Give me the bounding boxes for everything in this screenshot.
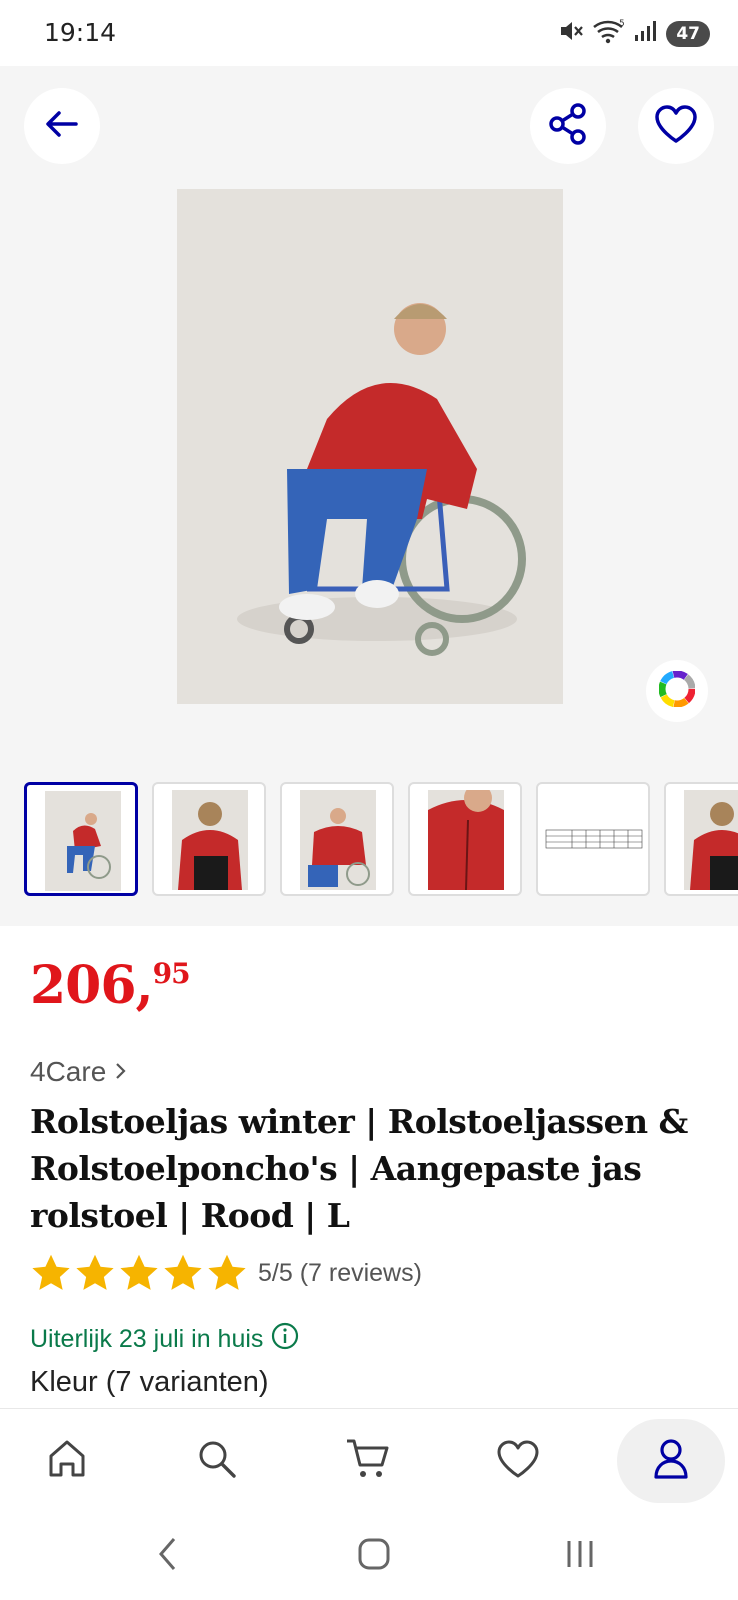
recents-icon bbox=[563, 1537, 597, 1576]
share-button[interactable] bbox=[530, 88, 606, 164]
system-recents-button[interactable] bbox=[550, 1532, 610, 1580]
cart-icon bbox=[344, 1436, 392, 1487]
star-icon bbox=[120, 1254, 158, 1290]
product-rating[interactable]: 5/5 (7 reviews) bbox=[30, 1253, 422, 1293]
nav-home[interactable] bbox=[17, 1419, 117, 1503]
heart-icon bbox=[653, 103, 699, 150]
rating-text: 5/5 (7 reviews) bbox=[258, 1258, 422, 1287]
product-gallery bbox=[0, 66, 738, 926]
chevron-left-icon bbox=[156, 1536, 180, 1577]
thumbnail-6[interactable] bbox=[664, 782, 738, 896]
arrow-left-icon bbox=[44, 108, 80, 145]
search-icon bbox=[195, 1437, 239, 1486]
price-cents: 95 bbox=[152, 957, 191, 990]
nav-search[interactable] bbox=[167, 1419, 267, 1503]
battery-indicator: 47 bbox=[666, 20, 710, 47]
color-wheel-icon bbox=[658, 670, 696, 712]
thumbnail-5-size-chart[interactable] bbox=[536, 782, 650, 896]
thumbnail-4[interactable] bbox=[408, 782, 522, 896]
price-whole: 206, bbox=[30, 955, 154, 1016]
cell-signal-icon bbox=[634, 20, 658, 47]
account-icon bbox=[651, 1437, 691, 1486]
delivery-text: Uiterlijk 23 juli in huis bbox=[30, 1325, 264, 1353]
thumbnail-1[interactable] bbox=[24, 782, 138, 896]
star-icon bbox=[208, 1254, 246, 1290]
system-home-button[interactable] bbox=[344, 1532, 404, 1580]
system-back-button[interactable] bbox=[138, 1532, 198, 1580]
svg-text:5: 5 bbox=[619, 19, 625, 29]
delivery-info: Uiterlijk 23 juli in huis bbox=[30, 1322, 299, 1357]
heart-icon bbox=[495, 1438, 541, 1485]
system-navigation bbox=[0, 1510, 738, 1600]
status-icons: 5 47 bbox=[558, 18, 710, 49]
chevron-right-icon bbox=[114, 1056, 128, 1088]
info-icon[interactable] bbox=[271, 1322, 299, 1357]
back-button[interactable] bbox=[24, 88, 100, 164]
share-icon bbox=[548, 102, 588, 150]
color-variants-button[interactable] bbox=[646, 660, 708, 722]
home-square-icon bbox=[357, 1537, 391, 1576]
mute-icon bbox=[558, 19, 584, 48]
bottom-navigation bbox=[0, 1408, 738, 1510]
brand-name: 4Care bbox=[30, 1056, 107, 1087]
favorite-button[interactable] bbox=[638, 88, 714, 164]
star-icon bbox=[76, 1254, 114, 1290]
product-main-image[interactable] bbox=[177, 189, 563, 704]
wifi-icon: 5 bbox=[592, 18, 626, 49]
status-bar: 19:14 5 47 bbox=[0, 0, 738, 66]
product-price: 206,95 bbox=[30, 957, 191, 1012]
star-icon bbox=[164, 1254, 202, 1290]
brand-link[interactable]: 4Care bbox=[30, 1056, 128, 1088]
thumbnail-2[interactable] bbox=[152, 782, 266, 896]
product-title: Rolstoeljas winter | Rolstoeljassen & Ro… bbox=[30, 1102, 688, 1235]
nav-favorites[interactable] bbox=[468, 1419, 568, 1503]
thumbnail-3[interactable] bbox=[280, 782, 394, 896]
status-time: 19:14 bbox=[44, 18, 117, 47]
thumbnail-strip bbox=[24, 782, 738, 896]
nav-account[interactable] bbox=[617, 1419, 725, 1503]
home-icon bbox=[45, 1437, 89, 1486]
rating-stars bbox=[30, 1253, 248, 1293]
star-icon bbox=[32, 1254, 70, 1290]
color-variants-label: Kleur (7 varianten) bbox=[30, 1366, 269, 1398]
nav-cart[interactable] bbox=[318, 1419, 418, 1503]
